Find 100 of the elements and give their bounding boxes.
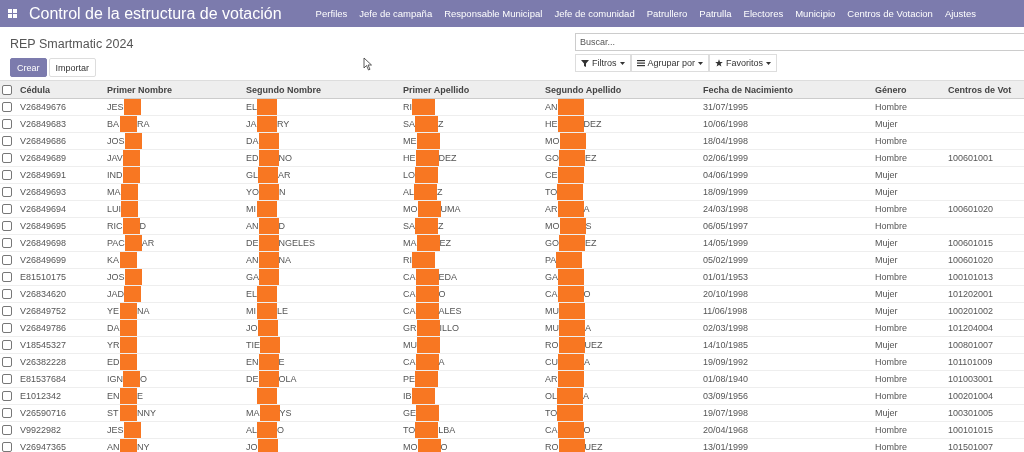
- search-field[interactable]: Buscar...: [575, 33, 1024, 51]
- table-cell: D: [278, 221, 285, 231]
- checkbox[interactable]: [2, 187, 12, 197]
- table-cell: 101003001: [948, 374, 994, 384]
- table-cell: 101202001: [948, 289, 994, 299]
- checkbox[interactable]: [2, 425, 12, 435]
- search-option-button[interactable]: Favoritos: [709, 54, 778, 72]
- menu-item[interactable]: Municipio: [795, 8, 836, 19]
- table-cell: AR: [278, 170, 291, 180]
- table-cell: V26849683: [20, 119, 67, 129]
- table-cell: DE: [246, 238, 259, 248]
- table-cell: EDA: [438, 272, 458, 282]
- column-header[interactable]: Primer Apellido: [403, 80, 545, 99]
- table-cell: EL: [246, 289, 257, 299]
- menu-item[interactable]: Patrulla: [699, 8, 732, 19]
- table-cell: PA: [545, 255, 557, 265]
- checkbox[interactable]: [2, 102, 12, 112]
- checkbox[interactable]: [2, 136, 12, 146]
- table-cell: 02/06/1999: [703, 153, 749, 163]
- checkbox[interactable]: [2, 340, 12, 350]
- table-cell: O: [140, 374, 148, 384]
- table-cell: CA: [403, 272, 416, 282]
- table-cell: YO: [246, 187, 259, 197]
- table-cell: SA: [403, 221, 415, 231]
- table-cell: 04/06/1999: [703, 170, 749, 180]
- table-cell: ED: [107, 357, 120, 367]
- star-icon: [715, 59, 724, 67]
- table-cell: Z: [438, 119, 444, 129]
- table-cell: Hombre: [875, 357, 907, 367]
- table-cell: D: [139, 221, 146, 231]
- table-cell: MO: [403, 204, 418, 214]
- table-cell: 19/07/1998: [703, 408, 749, 418]
- table-cell: AN: [107, 442, 120, 452]
- table-cell: DA: [246, 136, 259, 146]
- create-button[interactable]: Crear: [10, 58, 47, 77]
- table-cell: 01/08/1940: [703, 374, 749, 384]
- menu-item[interactable]: Patrullero: [646, 8, 688, 19]
- table-cell: 100201004: [948, 391, 994, 401]
- checkbox[interactable]: [2, 221, 12, 231]
- apps-menu-icon[interactable]: [8, 9, 17, 18]
- table-cell: 01/01/1953: [703, 272, 749, 282]
- checkbox[interactable]: [2, 357, 12, 367]
- checkbox[interactable]: [2, 238, 12, 248]
- table-cell: V26849694: [20, 204, 67, 214]
- table-cell: JAV: [107, 153, 123, 163]
- search-option-button[interactable]: Filtros: [575, 54, 631, 72]
- checkbox[interactable]: [2, 153, 12, 163]
- checkbox[interactable]: [2, 374, 12, 384]
- column-header[interactable]: Segundo Apellido: [545, 80, 703, 99]
- table-cell: Hombre: [875, 221, 907, 231]
- table-cell: ILLO: [439, 323, 459, 333]
- table-cell: NNY: [137, 408, 156, 418]
- checkbox[interactable]: [2, 204, 12, 214]
- column-header[interactable]: Centros de Vot: [948, 80, 1024, 99]
- checkbox[interactable]: [2, 272, 12, 282]
- table-cell: O: [583, 289, 591, 299]
- table-cell: JOS: [107, 272, 125, 282]
- table-cell: ED: [246, 153, 259, 163]
- column-header[interactable]: Cédula: [20, 80, 107, 99]
- table-cell: Mujer: [875, 408, 898, 418]
- menu-item[interactable]: Electores: [743, 8, 784, 19]
- table-cell: HE: [403, 153, 416, 163]
- column-header[interactable]: Género: [875, 80, 948, 99]
- menu-item[interactable]: Ajustes: [944, 8, 977, 19]
- table-cell: JES: [107, 102, 124, 112]
- checkbox[interactable]: [2, 119, 12, 129]
- column-header[interactable]: Segundo Nombre: [246, 80, 403, 99]
- table-cell: V26849695: [20, 221, 67, 231]
- checkbox[interactable]: [2, 408, 12, 418]
- column-header[interactable]: Fecha de Nacimiento: [703, 80, 875, 99]
- table-cell: 101204004: [948, 323, 994, 333]
- checkbox[interactable]: [2, 391, 12, 401]
- column-header[interactable]: Primer Nombre: [107, 80, 246, 99]
- menu-item[interactable]: Perfiles: [315, 8, 348, 19]
- table-cell: CE: [545, 170, 558, 180]
- table-cell: TO: [545, 408, 558, 418]
- table-cell: 100601020: [948, 204, 994, 214]
- table-cell: V26849689: [20, 153, 67, 163]
- menu-item[interactable]: Responsable Municipal: [444, 8, 543, 19]
- table-cell: AR: [545, 204, 558, 214]
- table-cell: MO: [545, 136, 560, 146]
- checkbox[interactable]: [2, 306, 12, 316]
- checkbox[interactable]: [2, 289, 12, 299]
- menu-item[interactable]: Jefe de comunidad: [554, 8, 635, 19]
- list-icon: [636, 59, 645, 67]
- checkbox[interactable]: [2, 323, 12, 333]
- import-button[interactable]: Importar: [48, 58, 97, 77]
- checkbox[interactable]: [2, 255, 12, 265]
- table-cell: RIC: [107, 221, 123, 231]
- checkbox[interactable]: [2, 170, 12, 180]
- menu-item[interactable]: Centros de Votacion: [847, 8, 933, 19]
- search-option-button[interactable]: Agrupar por: [630, 54, 710, 72]
- table-cell: 03/09/1956: [703, 391, 749, 401]
- table-cell: EZ: [585, 153, 597, 163]
- table-cell: E1012342: [20, 391, 62, 401]
- table-cell: Mujer: [875, 289, 898, 299]
- checkbox[interactable]: [2, 442, 12, 452]
- menu-item[interactable]: Jefe de campaña: [359, 8, 433, 19]
- checkbox[interactable]: [2, 84, 12, 95]
- table-cell: RO: [545, 340, 559, 350]
